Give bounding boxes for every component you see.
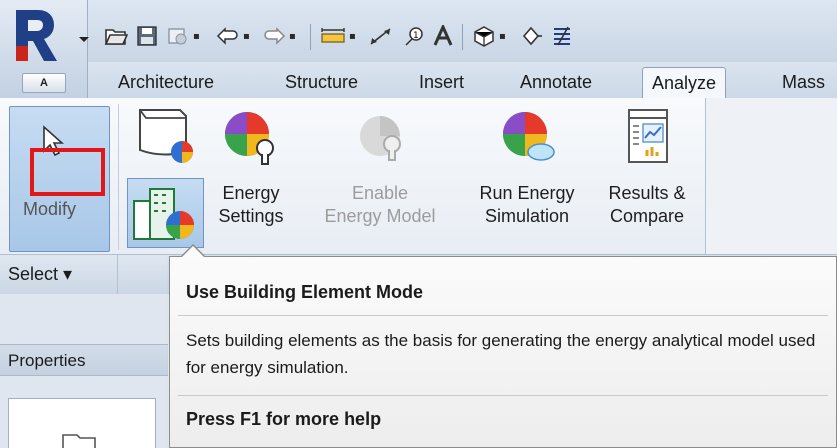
results-compare-icon — [628, 109, 668, 163]
results-compare-button[interactable]: Results & Compare — [594, 104, 700, 250]
location-panel-icon — [138, 109, 193, 163]
ribbon-panel-area: Modify Energy Settings Enable Energy Mod… — [0, 98, 706, 256]
building-element-icon — [133, 188, 194, 240]
quick-access-toolbar: ▪ ▪ ▪ ▪ 1 ▪ — [0, 0, 837, 62]
results-compare-line1: Results & — [608, 183, 686, 203]
tab-architecture[interactable]: Architecture — [118, 67, 214, 98]
energy-settings-line1: Energy — [222, 183, 280, 203]
tooltip-divider — [178, 315, 828, 316]
save-icon[interactable] — [136, 22, 158, 50]
toolbar-separator — [462, 24, 463, 50]
chevron-down-icon: ▾ — [63, 264, 73, 284]
toolbar-separator — [310, 24, 311, 50]
tooltip-divider — [178, 395, 828, 396]
run-energy-simulation-button[interactable]: Run Energy Simulation — [462, 104, 592, 250]
run-energy-simulation-line2: Simulation — [484, 206, 570, 226]
text-icon[interactable] — [432, 22, 454, 50]
sync-icon[interactable]: ▪ — [166, 22, 200, 50]
select-label: Select — [8, 264, 59, 284]
location-button[interactable] — [127, 104, 204, 174]
element-type-icon — [62, 434, 96, 448]
tooltip-help: Press F1 for more help — [186, 409, 382, 429]
redo-icon[interactable]: ▪ — [262, 22, 296, 50]
tab-analyze[interactable]: Analyze — [642, 67, 727, 98]
panel-separator — [118, 104, 119, 250]
select-panel-button[interactable]: Select ▾ — [8, 264, 72, 285]
3d-view-icon[interactable]: ▪ — [472, 22, 506, 50]
tag-icon[interactable]: 1 — [402, 22, 426, 50]
results-compare-line2: Compare — [609, 206, 685, 226]
properties-header[interactable]: Properties — [0, 344, 168, 376]
enable-energy-model-line2: Energy Model — [324, 206, 436, 226]
enable-energy-model-line1: Enable — [351, 183, 409, 203]
run-energy-simulation-line1: Run Energy — [479, 183, 575, 203]
energy-settings-line2: Settings — [218, 206, 284, 226]
section-icon[interactable] — [520, 22, 542, 50]
enable-energy-model-icon — [360, 116, 401, 161]
tab-mass[interactable]: Mass — [782, 67, 825, 98]
undo-icon[interactable]: ▪ — [216, 22, 250, 50]
enable-energy-model-button[interactable]: Enable Energy Model — [306, 104, 454, 250]
measure-icon[interactable]: ▪ — [320, 22, 356, 50]
tab-insert[interactable]: Insert — [419, 67, 464, 98]
modify-label: Modify — [23, 199, 77, 219]
tab-structure[interactable]: Structure — [285, 67, 358, 98]
tooltip-title: Use Building Element Mode — [186, 282, 424, 302]
tooltip-description: Sets building elements as the basis for … — [186, 331, 816, 377]
ribbon: Modify Energy Settings Enable Energy Mod… — [0, 98, 837, 256]
run-energy-simulation-icon — [503, 112, 555, 161]
properties-label: Properties — [8, 351, 86, 370]
energy-settings-icon — [225, 112, 274, 165]
tab-annotate[interactable]: Annotate — [520, 67, 592, 98]
revit-logo-icon — [16, 10, 57, 61]
thin-lines-icon[interactable] — [550, 22, 574, 50]
application-menu-button[interactable]: A — [0, 0, 89, 98]
open-icon[interactable] — [104, 22, 128, 50]
ribbon-tabs: Architecture Structure Insert Annotate A… — [88, 62, 837, 98]
left-panel: Properties — [0, 294, 168, 448]
dimension-icon[interactable] — [368, 22, 394, 50]
energy-settings-button[interactable]: Energy Settings — [206, 104, 296, 250]
building-element-mode-button[interactable] — [127, 178, 204, 248]
tooltip: Use Building Element Mode Sets building … — [169, 244, 837, 448]
app-menu-key-tag: A — [22, 73, 66, 93]
panel-separator — [117, 255, 118, 295]
type-selector[interactable] — [8, 398, 156, 448]
svg-text:1: 1 — [413, 31, 419, 41]
highlight-annotation — [30, 148, 105, 196]
